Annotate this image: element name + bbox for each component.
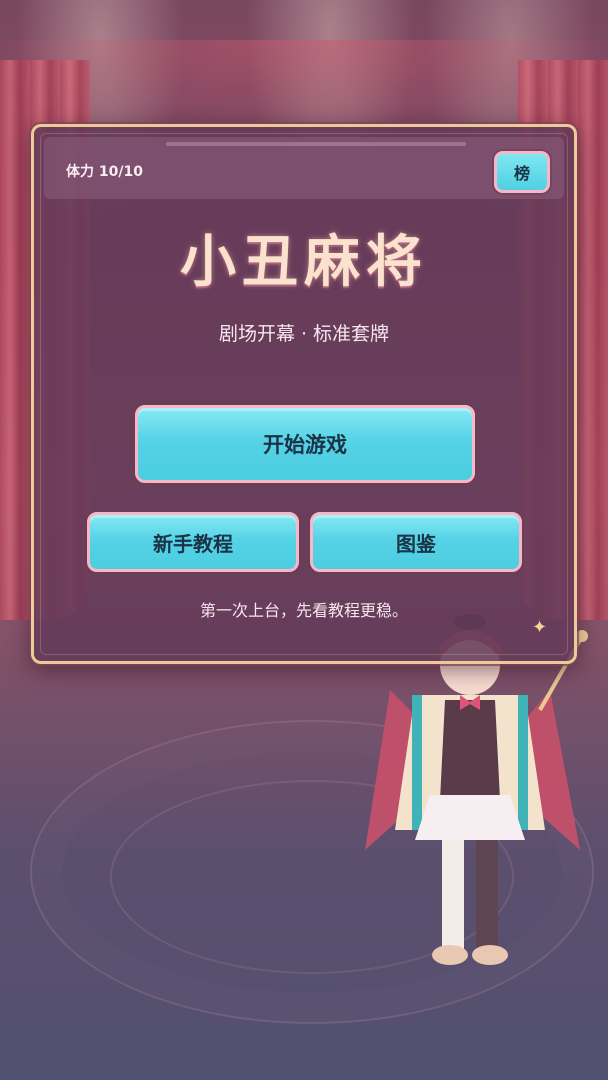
start-game-button[interactable]: 开始游戏 bbox=[135, 405, 475, 483]
leaderboard-button[interactable]: 榜 bbox=[494, 151, 550, 193]
hint-text: 第一次上台，先看教程更稳。 bbox=[199, 601, 408, 620]
tutorial-button[interactable]: 新手教程 bbox=[87, 512, 299, 572]
panel-inner-border bbox=[40, 133, 568, 655]
sparkle-icon: ✦ bbox=[532, 617, 548, 638]
main-menu-panel: 体力 10/10 榜 小丑麻将 剧场开幕 · 标准套牌 开始游戏 新手教程 图鉴… bbox=[31, 124, 577, 664]
stamina-counter: 体力 10/10 bbox=[66, 164, 143, 180]
top-status-bar: 体力 10/10 bbox=[44, 137, 564, 199]
topbar-decor-line bbox=[166, 142, 466, 146]
game-subtitle: 剧场开幕 · 标准套牌 bbox=[218, 323, 390, 345]
game-title: 小丑麻将 bbox=[180, 229, 428, 295]
game-screen: 体力 10/10 榜 小丑麻将 剧场开幕 · 标准套牌 开始游戏 新手教程 图鉴… bbox=[0, 0, 608, 1080]
codex-button[interactable]: 图鉴 bbox=[310, 512, 522, 572]
stage-valance bbox=[0, 40, 608, 130]
